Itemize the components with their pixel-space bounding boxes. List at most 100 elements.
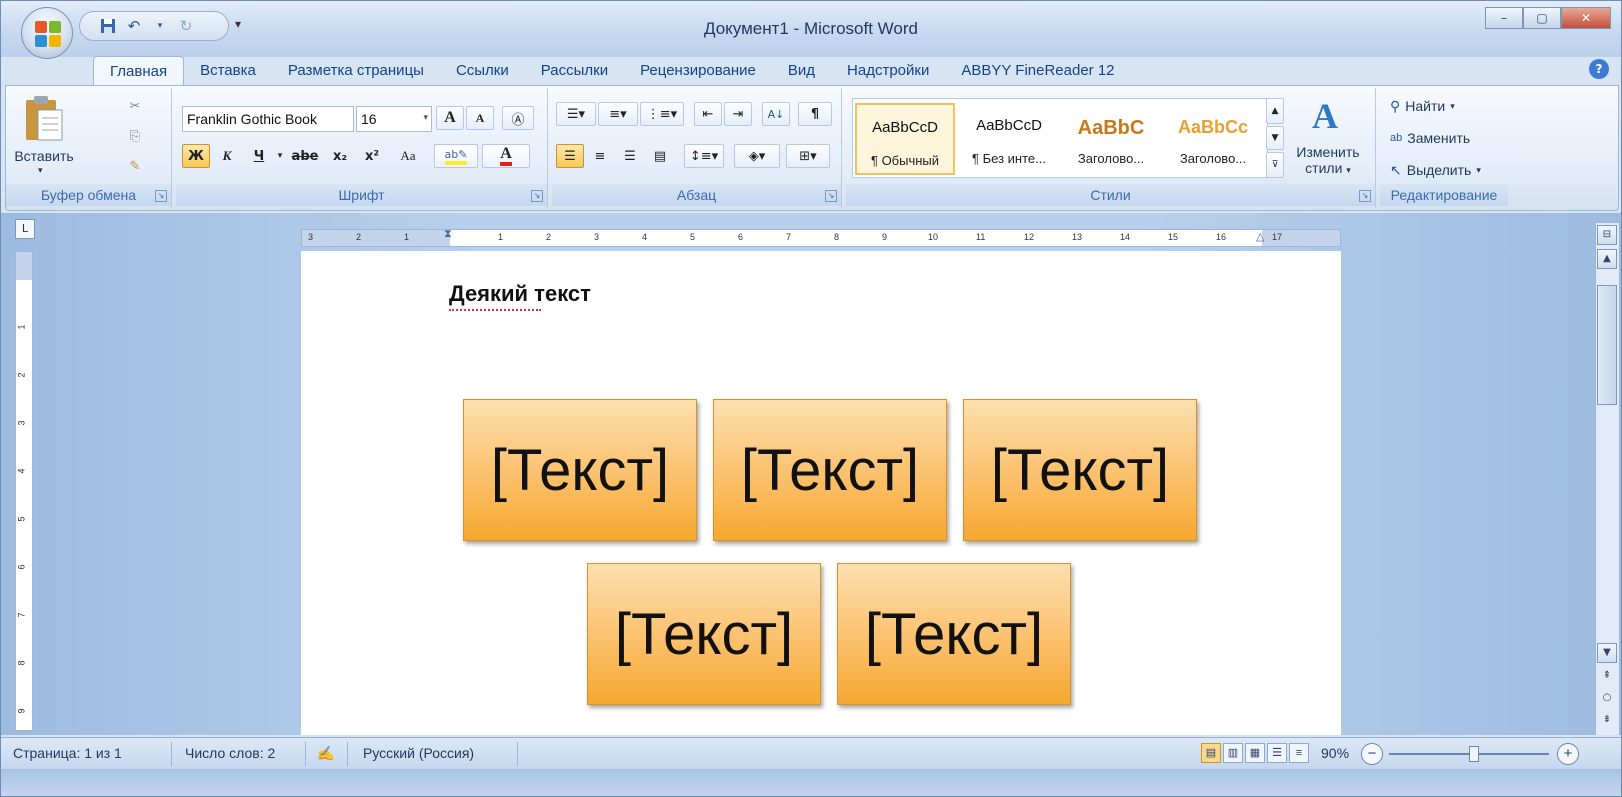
strikethrough-button[interactable]: abe [288,144,322,168]
shrink-font-button[interactable]: A [466,106,494,130]
gallery-down-icon[interactable]: ▼ [1266,126,1284,150]
maximize-button[interactable]: ▢ [1523,7,1561,29]
change-styles-icon[interactable]: A [1300,96,1350,136]
document-heading[interactable]: Деякий текст [449,281,591,311]
clear-format-icon[interactable]: Ⓐ [502,106,534,130]
underline-dropdown-icon[interactable]: ▾ [274,144,286,168]
zoom-level[interactable]: 90% [1321,745,1349,761]
tab-insert[interactable]: Вставка [184,56,272,86]
increase-indent-icon[interactable]: ⇥ [724,102,752,126]
language-indicator[interactable]: Русский (Россия) [363,745,474,761]
right-indent-icon[interactable]: △ [1256,230,1264,243]
document-page[interactable]: Деякий текст [Текст] [Текст] [Текст] [Те… [301,251,1341,735]
clipboard-launcher-icon[interactable]: ↘ [155,190,167,202]
font-color-button[interactable]: A [482,144,530,168]
horizontal-ruler[interactable]: 3 2 1 1 2 3 4 5 6 7 8 9 10 11 12 13 14 1… [301,228,1341,247]
help-icon[interactable]: ? [1589,59,1609,79]
multilevel-list-icon[interactable]: ⋮≡▾ [640,102,684,126]
scroll-up-icon[interactable]: ▲ [1597,249,1617,269]
tab-home[interactable]: Главная [93,56,185,86]
next-page-icon[interactable]: ⇟ [1597,711,1617,731]
style-no-spacing[interactable]: AaBbCcD ¶ Без инте... [959,103,1059,175]
bold-button[interactable]: Ж [182,144,210,168]
indent-marker-icon[interactable]: ⧗ [444,228,452,241]
font-size-field[interactable]: 16 ▾ [356,106,432,132]
numbering-icon[interactable]: ≡▾ [598,102,638,126]
proofing-icon[interactable]: ✍ [317,745,334,762]
minimize-button[interactable]: – [1485,7,1523,29]
style-normal[interactable]: AaBbCcD ¶ Обычный [855,103,955,175]
paragraph-launcher-icon[interactable]: ↘ [825,190,837,202]
scroll-thumb[interactable] [1597,285,1617,405]
smartart-box[interactable]: [Текст] [837,563,1071,705]
paste-icon[interactable] [22,94,66,144]
align-right-icon[interactable]: ☰ [616,144,644,168]
scroll-down-icon[interactable]: ▼ [1597,643,1617,663]
previous-page-icon[interactable]: ⇞ [1597,667,1617,687]
borders-icon[interactable]: ⊞▾ [786,144,830,168]
smartart-box[interactable]: [Текст] [963,399,1197,541]
shading-icon[interactable]: ◈▾ [734,144,780,168]
word-count[interactable]: Число слов: 2 [185,745,275,761]
full-screen-reading-icon[interactable]: ▥ [1223,743,1243,763]
align-center-icon[interactable]: ≡ [586,144,614,168]
decrease-indent-icon[interactable]: ⇤ [694,102,722,126]
sort-button[interactable]: A↓ [762,102,790,126]
font-name-field[interactable]: Franklin Gothic Book [182,106,354,132]
change-case-button[interactable]: Aa [390,144,426,168]
smartart-box[interactable]: [Текст] [713,399,947,541]
bullets-icon[interactable]: ☰▾ [556,102,596,126]
copy-icon[interactable]: ⎘ [122,124,148,148]
find-button[interactable]: ⚲ Найти ▾ [1390,94,1455,118]
paste-dropdown-icon[interactable]: ▾ [38,166,43,176]
outline-icon[interactable]: ☰ [1267,743,1287,763]
office-button[interactable] [21,7,73,59]
format-painter-icon[interactable]: ✎ [122,154,148,178]
gallery-up-icon[interactable]: ▲ [1266,98,1284,124]
smartart-box[interactable]: [Текст] [587,563,821,705]
grow-font-button[interactable]: A [436,106,464,130]
tab-selector-button[interactable]: L [15,219,35,239]
draft-icon[interactable]: ≡ [1289,743,1309,763]
italic-button[interactable]: К [214,144,240,168]
zoom-slider-thumb[interactable] [1469,746,1479,762]
close-button[interactable]: ✕ [1561,7,1611,29]
styles-launcher-icon[interactable]: ↘ [1359,190,1371,202]
page-count[interactable]: Страница: 1 из 1 [13,745,122,761]
show-marks-button[interactable]: ¶ [798,102,832,126]
tab-abbyy[interactable]: ABBYY FineReader 12 [945,56,1130,86]
font-size-dropdown-icon[interactable]: ▾ [423,112,428,123]
browse-object-icon[interactable]: ○ [1597,689,1617,709]
gallery-more-icon[interactable]: ⊽ [1266,152,1284,178]
tab-references[interactable]: Ссылки [440,56,525,86]
zoom-out-icon[interactable]: − [1361,743,1383,765]
style-heading-1[interactable]: AaBbC Заголово... [1061,103,1161,175]
superscript-button[interactable]: x² [358,144,386,168]
font-launcher-icon[interactable]: ↘ [531,190,543,202]
align-left-icon[interactable]: ☰ [556,144,584,168]
zoom-in-icon[interactable]: + [1557,743,1579,765]
subscript-button[interactable]: x₂ [326,144,354,168]
vertical-ruler[interactable]: 1 2 3 4 5 6 7 8 9 [15,251,33,731]
web-layout-icon[interactable]: ▦ [1245,743,1265,763]
highlight-color-button[interactable]: ab✎ [434,144,478,168]
change-styles-button[interactable]: Изменить стили ▾ [1286,144,1370,178]
cut-icon[interactable]: ✂ [122,94,148,118]
style-heading-2[interactable]: AaBbCc Заголово... [1163,103,1263,175]
vertical-scrollbar[interactable]: ⊟ ▲ ▼ ⇞ ○ ⇟ [1595,223,1619,735]
tab-view[interactable]: Вид [772,56,831,86]
ruler-toggle-icon[interactable]: ⊟ [1597,225,1617,245]
line-spacing-icon[interactable]: ↕≡▾ [684,144,724,168]
justify-icon[interactable]: ▤ [646,144,674,168]
paste-button-label[interactable]: Вставить [6,148,82,164]
tab-review[interactable]: Рецензирование [624,56,772,86]
tab-addins[interactable]: Надстройки [831,56,945,86]
select-button[interactable]: ↖ Выделить ▾ [1390,158,1481,182]
smartart-box[interactable]: [Текст] [463,399,697,541]
print-layout-icon[interactable]: ▤ [1201,743,1221,763]
tab-mailings[interactable]: Рассылки [525,56,624,86]
underline-button[interactable]: Ч [246,144,272,168]
font-color-glyph: A [500,146,512,166]
tab-page-layout[interactable]: Разметка страницы [272,56,440,86]
replace-button[interactable]: ab Заменить [1390,126,1470,150]
